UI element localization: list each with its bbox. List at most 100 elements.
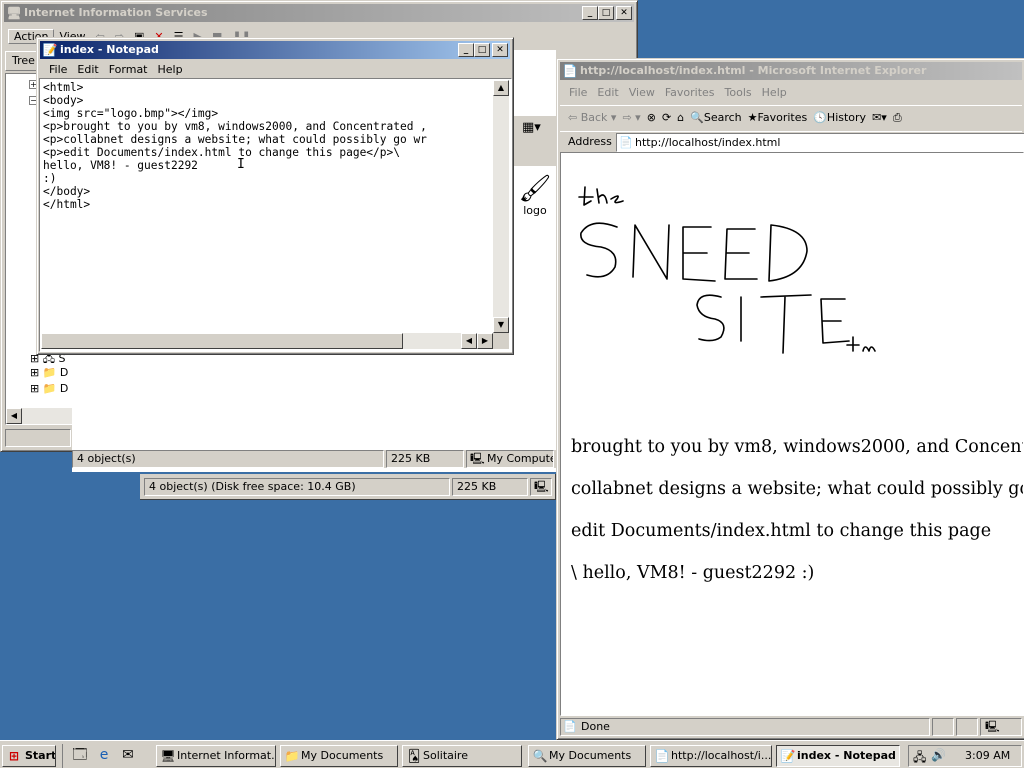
page-icon: 📄 xyxy=(619,136,633,149)
menu-help[interactable]: Help xyxy=(757,86,792,99)
stop-icon[interactable]: ⊗ xyxy=(647,111,656,124)
maximize-button[interactable]: □ xyxy=(598,6,614,20)
history-icon: 🕓 xyxy=(813,111,827,124)
task-solitaire[interactable]: 🂡 Solitaire xyxy=(402,745,522,767)
ie-launch-icon[interactable]: e xyxy=(93,744,115,766)
forward-button[interactable]: ⇨ ▾ xyxy=(622,111,640,124)
task-label: http://localhost/i... xyxy=(671,749,772,762)
scroll-left-button[interactable]: ◀ xyxy=(6,408,22,424)
quick-launch: 🗔 e ✉ xyxy=(62,744,146,768)
taskbar: ⊞ Start 🗔 e ✉ 🖥 Internet Informat... 📁 M… xyxy=(0,740,1024,768)
logo-file-label: logo xyxy=(523,204,547,217)
iis-title: Internet Information Services xyxy=(24,6,208,19)
search-button[interactable]: 🔍Search xyxy=(690,111,742,124)
ie-page-icon: 📄 xyxy=(654,749,670,763)
volume-icon[interactable]: 🔊 xyxy=(931,748,946,762)
ie-status-done: 📄 Done xyxy=(560,718,930,736)
maximize-button[interactable]: □ xyxy=(474,43,490,57)
network-icon[interactable]: 🖧 xyxy=(913,748,926,768)
task-label: index - Notepad xyxy=(797,749,896,762)
close-button[interactable]: ✕ xyxy=(492,43,508,57)
minimize-button[interactable]: _ xyxy=(582,6,598,20)
code-line: <p>brought to you by vm8, windows2000, a… xyxy=(43,120,427,133)
size-grip[interactable] xyxy=(493,333,509,349)
iis-icon: 🖥 xyxy=(6,6,22,20)
status-cell xyxy=(956,718,978,736)
page-paragraph: edit Documents/index.html to change this… xyxy=(571,521,992,541)
tree-label: Tree xyxy=(12,54,35,67)
scroll-down-button[interactable]: ▼ xyxy=(493,317,509,333)
page-paragraph: \ hello, VM8! - guest2292 :) xyxy=(571,563,815,583)
history-button[interactable]: 🕓History xyxy=(813,111,866,124)
views-icon[interactable]: ▦▾ xyxy=(522,120,541,135)
status-cell xyxy=(932,718,954,736)
show-desktop-icon[interactable]: 🗔 xyxy=(69,744,91,766)
page-paragraph: brought to you by vm8, windows2000, and … xyxy=(571,437,1024,457)
back-button[interactable]: ⇦ Back ▾ xyxy=(568,111,616,124)
task-label: Solitaire xyxy=(423,749,468,762)
scroll-up-button[interactable]: ▲ xyxy=(493,80,509,96)
notepad-menubar: File Edit Format Help xyxy=(40,60,510,78)
close-button[interactable]: ✕ xyxy=(616,6,632,20)
print-icon[interactable]: ⎙ xyxy=(893,111,902,125)
notepad-icon: 📝 xyxy=(780,749,796,763)
clock[interactable]: 3:09 AM xyxy=(965,749,1010,762)
folder-icon: 📁 xyxy=(284,749,300,763)
ie-page-content[interactable]: brought to you by vm8, windows2000, and … xyxy=(560,152,1024,716)
mail-icon[interactable]: ✉▾ xyxy=(872,111,887,124)
menu-format[interactable]: Format xyxy=(104,63,153,76)
menu-help[interactable]: Help xyxy=(153,63,188,76)
task-ie[interactable]: 📄 http://localhost/i... xyxy=(650,745,772,767)
home-icon[interactable]: ⌂ xyxy=(677,111,684,124)
ie-titlebar[interactable]: 📄 http://localhost/index.html - Microsof… xyxy=(560,62,1022,80)
scroll-right-button[interactable]: ▶ xyxy=(477,333,493,349)
explorer-back-statusbar: 4 object(s) 225 KB 🖳 My Computer xyxy=(72,450,556,468)
start-button[interactable]: ⊞ Start xyxy=(2,745,56,767)
refresh-icon[interactable]: ⟳ xyxy=(662,111,671,124)
ie-menubar: File Edit View Favorites Tools Help xyxy=(560,83,1022,101)
logo-file-item[interactable]: 🖌 logo xyxy=(514,174,556,217)
task-notepad[interactable]: 📝 index - Notepad xyxy=(776,745,900,767)
address-input[interactable]: 📄 http://localhost/index.html xyxy=(616,133,1024,152)
tree-hscroll[interactable]: ◀ xyxy=(6,408,72,424)
menu-edit[interactable]: Edit xyxy=(72,63,103,76)
status-zone-label: My Computer xyxy=(487,452,554,465)
address-label: Address xyxy=(568,135,612,148)
menu-file[interactable]: File xyxy=(44,63,72,76)
code-line: </body> xyxy=(43,185,91,198)
code-line: </html> xyxy=(43,198,91,211)
tree-tab[interactable]: Tree xyxy=(5,51,39,71)
windows-logo-icon: ⊞ xyxy=(8,749,20,763)
tree-item[interactable]: ⊞ 📁 D xyxy=(30,366,68,379)
notepad-titlebar[interactable]: 📝 index - Notepad _ □ ✕ xyxy=(40,41,510,59)
notepad-vscroll[interactable]: ▲ ▼ xyxy=(493,80,509,333)
scroll-left-button[interactable]: ◀ xyxy=(461,333,477,349)
favorites-button[interactable]: ★Favorites xyxy=(748,111,808,124)
status-objects-diskfree: 4 object(s) (Disk free space: 10.4 GB) xyxy=(144,478,450,496)
outlook-icon[interactable]: ✉ xyxy=(117,744,139,766)
task-iis[interactable]: 🖥 Internet Informat... xyxy=(156,745,276,767)
tree-item[interactable]: ⊞ 📁 D xyxy=(30,382,68,395)
task-my-documents-2[interactable]: 🔍 My Documents xyxy=(528,745,646,767)
explorer-front-statusbar-window[interactable]: 4 object(s) (Disk free space: 10.4 GB) 2… xyxy=(140,474,556,500)
status-size: 225 KB xyxy=(452,478,528,496)
minimize-button[interactable]: _ xyxy=(458,43,474,57)
menu-tools[interactable]: Tools xyxy=(720,86,757,99)
menu-favorites[interactable]: Favorites xyxy=(660,86,720,99)
zone-icon: 🖳 xyxy=(980,718,1022,736)
code-line: <html> xyxy=(43,81,84,94)
menu-view[interactable]: View xyxy=(624,86,660,99)
text-cursor-ibeam-icon: I xyxy=(237,157,245,172)
iis-titlebar[interactable]: 🖥 Internet Information Services _ □ ✕ xyxy=(4,4,634,22)
menu-edit[interactable]: Edit xyxy=(592,86,623,99)
ie-title: http://localhost/index.html - Microsoft … xyxy=(580,64,927,77)
task-my-documents[interactable]: 📁 My Documents xyxy=(280,745,398,767)
code-line: <p>edit Documents/index.html to change t… xyxy=(43,146,400,159)
notepad-hscroll[interactable]: ◀ ▶ xyxy=(41,333,493,349)
status-size: 225 KB xyxy=(386,450,464,468)
scroll-thumb[interactable] xyxy=(41,333,403,349)
notepad-text-area[interactable]: <html> <body> <img src="logo.bmp"></img> <p… xyxy=(41,80,493,333)
task-label: My Documents xyxy=(549,749,632,762)
ie-page-icon: 📄 xyxy=(562,64,578,78)
menu-file[interactable]: File xyxy=(564,86,592,99)
